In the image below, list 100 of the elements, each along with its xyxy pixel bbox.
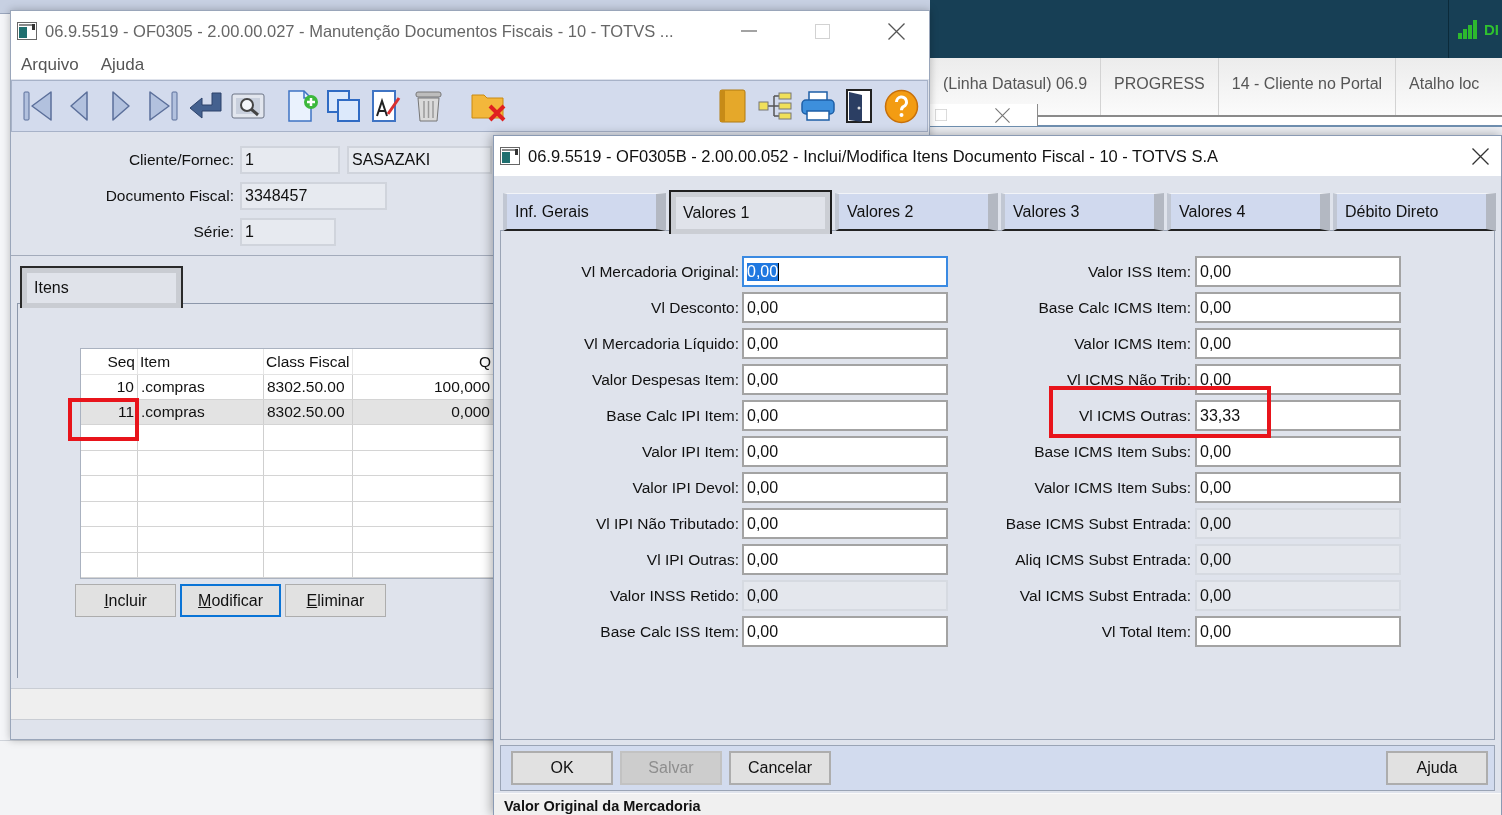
tab[interactable]: PROGRESS <box>1101 66 1218 102</box>
input-field[interactable]: 0,00 <box>1195 364 1401 395</box>
table-cell: 10 <box>81 375 138 399</box>
menu-item[interactable]: Arquivo <box>21 55 79 75</box>
input-field[interactable]: 0,00 <box>742 328 948 359</box>
input-field[interactable]: 0,00 <box>1195 616 1401 647</box>
input-field[interactable]: 1 <box>240 218 336 246</box>
tab[interactable]: Valores 4 <box>1167 193 1330 231</box>
exit-door-icon[interactable] <box>844 89 874 123</box>
help-icon[interactable] <box>884 88 919 124</box>
printer-icon[interactable] <box>801 90 835 122</box>
input-field[interactable]: 0,00 <box>742 400 948 431</box>
table-cell: .compras <box>138 375 264 399</box>
input-field[interactable]: 0,00 <box>742 436 948 467</box>
close-icon[interactable] <box>1472 147 1489 165</box>
tab[interactable]: Inf. Gerais <box>503 193 666 231</box>
field-label: Base ICMS Item Subs: <box>1033 442 1191 461</box>
input-field[interactable]: 0,00 <box>742 544 948 575</box>
field-label: Vl Total Item: <box>1100 622 1191 641</box>
field-label: Vl Desconto: <box>650 298 739 317</box>
tab[interactable]: Valores 2 <box>835 193 998 231</box>
field-label: Vl ICMS Outras: <box>1078 406 1191 425</box>
field-label: Val ICMS Subst Entrada: <box>1018 586 1191 605</box>
field-label: Valor ICMS Item: <box>1073 334 1191 353</box>
table-cell: .compras <box>138 400 264 424</box>
button[interactable]: Eliminar <box>285 584 386 617</box>
signal-bars-icon <box>1458 19 1478 39</box>
input-field[interactable]: 33,33 <box>1195 400 1401 431</box>
tab[interactable]: (Linha Datasul) 06.9 <box>930 66 1101 102</box>
input-field[interactable]: 0,00 <box>1195 292 1401 323</box>
input-field[interactable]: 0,00 <box>1195 328 1401 359</box>
input-field[interactable]: 0,00 <box>742 292 948 323</box>
trash-icon[interactable] <box>414 89 443 123</box>
new-document-icon[interactable] <box>286 88 319 124</box>
app-window-icon <box>17 22 37 40</box>
input-field[interactable]: 0,00 <box>742 472 948 503</box>
field-label: Vl ICMS Não Trib: <box>1065 370 1191 389</box>
field-label: Vl IPI Outras: <box>645 550 739 569</box>
button[interactable]: Modificar <box>180 584 281 617</box>
field-label: Valor IPI Item: <box>640 442 739 461</box>
field-label: Documento Fiscal: <box>104 187 234 205</box>
field-label: Base Calc IPI Item: <box>605 406 739 425</box>
button[interactable]: Cancelar <box>729 751 831 785</box>
input-field[interactable]: 0,00 <box>742 616 948 647</box>
tab[interactable]: Débito Direto <box>1333 193 1496 231</box>
last-record-icon[interactable] <box>148 89 178 123</box>
input-field[interactable]: 0,00 <box>1195 472 1401 503</box>
close-icon[interactable] <box>888 22 905 40</box>
field-label: Cliente/Fornec: <box>127 151 234 169</box>
field-label: Valor Despesas Item: <box>590 370 739 389</box>
network-status-label: DI <box>1484 20 1499 38</box>
column-header: Class Fiscal <box>264 349 353 374</box>
copy-icon[interactable] <box>326 89 361 123</box>
tab[interactable]: 14 - Cliente no Portal <box>1218 66 1396 102</box>
field-label: Aliq ICMS Subst Entrada: <box>1014 550 1191 569</box>
previous-icon[interactable] <box>69 89 89 123</box>
input-field[interactable]: 0,00 <box>1195 436 1401 467</box>
preview-icon[interactable] <box>231 91 265 121</box>
field-label: Série: <box>192 223 234 241</box>
input-field[interactable]: SASAZAKI <box>347 146 492 174</box>
tab[interactable]: Valores 1 <box>669 190 832 234</box>
tree-icon[interactable] <box>758 91 793 121</box>
input-field[interactable]: 0,00 <box>742 508 948 539</box>
input-field[interactable]: 0,00 <box>1195 256 1401 287</box>
table-cell: 11 <box>81 400 138 424</box>
input-field[interactable]: 1 <box>240 146 340 174</box>
next-icon[interactable] <box>111 89 131 123</box>
app-window-icon <box>500 147 520 165</box>
status-text: Valor Original da Mercadoria <box>504 798 701 814</box>
field-label: Valor IPI Devol: <box>631 478 739 497</box>
edit-document-icon[interactable] <box>371 88 401 124</box>
table-cell-text: 0,000 <box>450 402 491 422</box>
input-field[interactable]: 0,00 <box>742 256 948 287</box>
tab[interactable]: Valores 3 <box>1001 193 1164 231</box>
column-header: Seq <box>81 349 138 374</box>
book-icon[interactable] <box>717 89 747 123</box>
field-label: Valor ICMS Item Subs: <box>1033 478 1191 497</box>
button[interactable]: Incluir <box>75 584 176 617</box>
table-cell: 8302.50.00 <box>264 375 353 399</box>
help-button[interactable]: Ajuda <box>1386 751 1488 785</box>
input-field[interactable]: 3348457 <box>240 182 387 210</box>
input-field[interactable]: 0,00 <box>742 364 948 395</box>
field-label: Vl Mercadoria Líquido: <box>582 334 739 353</box>
tab[interactable]: Itens <box>20 266 183 308</box>
window-title: 06.9.5519 - OF0305 - 2.00.00.027 - Manutenção Documentos Fiscais - 10 - TOTVS ... <box>45 21 675 41</box>
table-cell-text: 100,000 <box>432 377 491 397</box>
field-label: Valor INSS Retido: <box>609 586 739 605</box>
first-record-icon[interactable] <box>23 89 53 123</box>
menu-item[interactable]: Ajuda <box>100 55 145 75</box>
return-arrow-icon[interactable] <box>188 91 223 121</box>
field-label: Base Calc ICMS Item: <box>1037 298 1191 317</box>
field-label: Vl IPI Não Tributado: <box>594 514 739 533</box>
field-label: Base Calc ISS Item: <box>599 622 739 641</box>
field-label: Vl Mercadoria Original: <box>580 262 739 281</box>
column-header: Q <box>477 351 492 372</box>
tab[interactable]: Atalho loc <box>1396 66 1493 102</box>
field-label: Valor ISS Item: <box>1086 262 1191 281</box>
button[interactable]: OK <box>511 751 613 785</box>
table-cell: 8302.50.00 <box>264 400 353 424</box>
column-header: Item <box>138 349 264 374</box>
